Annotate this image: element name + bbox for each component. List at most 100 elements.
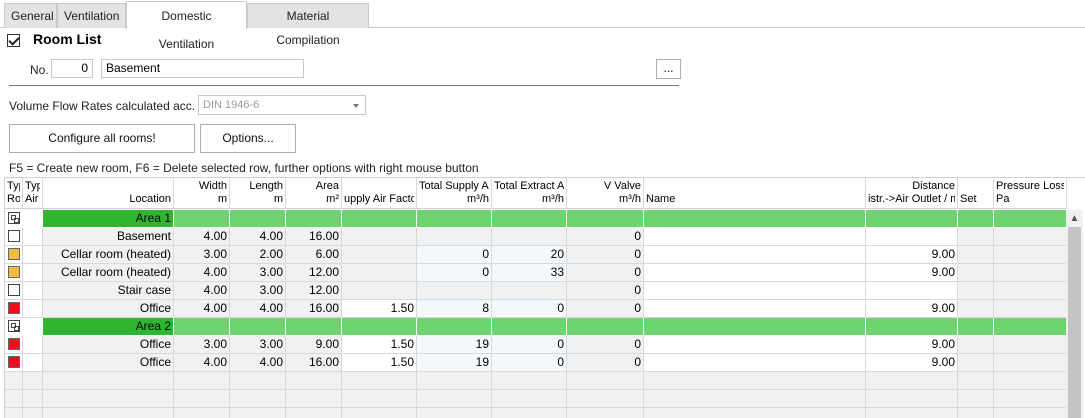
scroll-thumb[interactable] [1068,227,1081,418]
cell-location[interactable]: Area 1 [43,210,174,228]
cell-supply-air-factor[interactable] [342,318,417,336]
cell-distance[interactable]: 9.00 [866,354,958,372]
cell-width[interactable] [174,408,230,418]
vertical-scrollbar[interactable]: ▲ [1066,210,1083,418]
cell-v-valve[interactable]: 0 [567,228,644,246]
cell-total-extract-air[interactable]: 33 [492,264,567,282]
cell-location[interactable]: Office [43,336,174,354]
cell-air-type[interactable] [23,336,43,354]
cell-area[interactable] [286,210,342,228]
browse-button[interactable]: ... [656,59,681,79]
cell-width[interactable]: 4.00 [174,300,230,318]
cell-pressure-loss[interactable] [994,300,1067,318]
cell-width[interactable] [174,318,230,336]
cell-total-supply-air[interactable] [417,210,492,228]
room-type-orange-icon[interactable] [8,248,20,260]
column-header-v-valve[interactable]: V Valve m³/h [567,178,644,209]
cell-set[interactable] [958,282,994,300]
cell-supply-air-factor[interactable] [342,408,417,418]
cell-location[interactable]: Basement [43,228,174,246]
cell-room-type[interactable] [5,228,23,246]
cell-name[interactable] [644,282,866,300]
cell-width[interactable]: 4.00 [174,228,230,246]
cell-total-extract-air[interactable] [492,318,567,336]
cell-air-type[interactable] [23,264,43,282]
cell-total-supply-air[interactable]: 0 [417,264,492,282]
cell-distance[interactable] [866,408,958,418]
tab-ventilation[interactable]: Ventilation [57,3,126,28]
cell-supply-air-factor[interactable] [342,372,417,390]
room-list-checkbox[interactable] [7,34,20,47]
cell-total-supply-air[interactable] [417,282,492,300]
table-row[interactable]: Cellar room (heated) 3.00 2.00 6.00 0 20 0 9.00 [5,246,1067,264]
cell-room-type[interactable] [5,372,23,390]
cell-air-type[interactable] [23,282,43,300]
empty-row[interactable] [5,408,1067,418]
cell-distance[interactable] [866,282,958,300]
cell-distance[interactable] [866,390,958,408]
cell-pressure-loss[interactable] [994,318,1067,336]
room-table[interactable]: TypRooTypAir LocationWidthmLengthmAream²… [4,177,1085,418]
cell-room-type[interactable] [5,300,23,318]
cell-air-type[interactable] [23,372,43,390]
cell-air-type[interactable] [23,408,43,418]
cell-air-type[interactable] [23,318,43,336]
cell-room-type[interactable] [5,210,23,228]
cell-set[interactable] [958,390,994,408]
cell-name[interactable] [644,300,866,318]
cell-set[interactable] [958,318,994,336]
cell-v-valve[interactable]: 0 [567,282,644,300]
cell-total-extract-air[interactable] [492,210,567,228]
empty-row[interactable] [5,372,1067,390]
cell-v-valve[interactable] [567,390,644,408]
table-row[interactable]: Cellar room (heated) 4.00 3.00 12.00 0 33 0 9.0… [5,264,1067,282]
cell-name[interactable] [644,408,866,418]
cell-set[interactable] [958,408,994,418]
cell-v-valve[interactable]: 0 [567,354,644,372]
cell-distance[interactable] [866,372,958,390]
cell-v-valve[interactable] [567,408,644,418]
cell-name[interactable] [644,390,866,408]
room-name-field[interactable]: Basement [101,59,304,78]
cell-total-supply-air[interactable]: 19 [417,336,492,354]
cell-pressure-loss[interactable] [994,336,1067,354]
cell-width[interactable]: 4.00 [174,264,230,282]
table-row[interactable]: Office 3.00 3.00 9.00 1.50 19 0 0 9.00 [5,336,1067,354]
cell-pressure-loss[interactable] [994,390,1067,408]
cell-area[interactable]: 16.00 [286,300,342,318]
cell-air-type[interactable] [23,246,43,264]
cell-supply-air-factor[interactable] [342,390,417,408]
cell-supply-air-factor[interactable]: 1.50 [342,354,417,372]
cell-v-valve[interactable]: 0 [567,336,644,354]
cell-supply-air-factor[interactable] [342,210,417,228]
cell-air-type[interactable] [23,390,43,408]
tab-domestic-ventilation[interactable]: Domestic Ventilation [126,1,247,51]
cell-length[interactable] [230,408,286,418]
cell-length[interactable]: 3.00 [230,336,286,354]
cell-area[interactable]: 6.00 [286,246,342,264]
cell-area[interactable] [286,372,342,390]
cell-length[interactable] [230,390,286,408]
cell-total-supply-air[interactable]: 0 [417,246,492,264]
cell-area[interactable]: 12.00 [286,282,342,300]
room-type-orange-icon[interactable] [8,266,20,278]
cell-total-extract-air[interactable] [492,282,567,300]
cell-area[interactable]: 12.00 [286,264,342,282]
cell-total-supply-air[interactable] [417,408,492,418]
cell-length[interactable] [230,372,286,390]
cell-v-valve[interactable] [567,372,644,390]
area-row[interactable]: Area 1 [5,210,1067,228]
cell-set[interactable] [958,336,994,354]
column-header-supply-air-factor[interactable]: upply Air Factor [342,178,417,209]
table-row[interactable]: Office 4.00 4.00 16.00 1.50 19 0 0 9.00 [5,354,1067,372]
room-type-red-icon[interactable] [8,302,20,314]
cell-v-valve[interactable] [567,210,644,228]
cell-name[interactable] [644,336,866,354]
cell-room-type[interactable] [5,318,23,336]
area-row[interactable]: Area 2 [5,318,1067,336]
cell-location[interactable] [43,390,174,408]
cell-total-extract-air[interactable] [492,408,567,418]
cell-set[interactable] [958,228,994,246]
cell-total-extract-air[interactable] [492,228,567,246]
cell-location[interactable]: Stair case [43,282,174,300]
